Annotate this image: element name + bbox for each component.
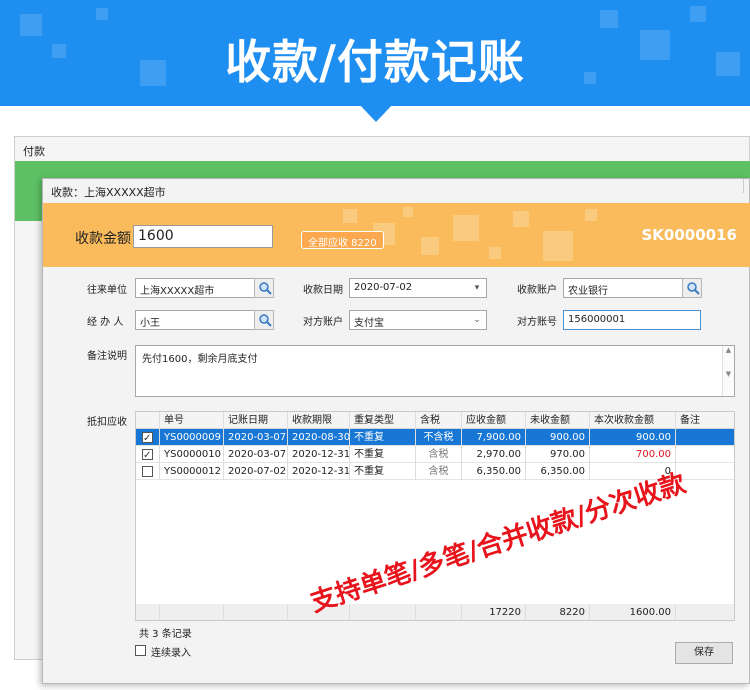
banner-arrow (359, 104, 393, 122)
total-unpaid: 8220 (526, 604, 590, 620)
counter-no-field[interactable]: 156000001 (563, 310, 701, 330)
document-number: SK0000016 (641, 226, 738, 244)
cell-amount: 6,350.00 (462, 463, 526, 480)
banner: 收款/付款记账 (0, 0, 750, 106)
continuous-entry-label[interactable]: 连续录入 (151, 644, 191, 659)
total-amount: 17220 (462, 604, 526, 620)
counter-account-select[interactable]: 支付宝 (349, 310, 487, 330)
col-amount[interactable]: 应收金额 (462, 412, 526, 429)
memo-scrollbar[interactable]: ▲ ▼ (722, 346, 734, 396)
search-icon (687, 282, 700, 295)
date-field[interactable]: 2020-07-02 (349, 278, 487, 298)
cell-repeat: 不重复 (350, 463, 416, 480)
col-repeat[interactable]: 重复类型 (350, 412, 416, 429)
row-checkbox[interactable] (142, 430, 153, 446)
cell-no: YS0000010 (160, 446, 224, 463)
col-this[interactable]: 本次收款金额 (590, 412, 676, 429)
table-row[interactable]: YS0000010 2020-03-07 2020-12-31 不重复 含税 2… (136, 446, 734, 463)
partner-label: 往来单位 (87, 285, 127, 296)
partner-search-button[interactable] (254, 278, 274, 298)
dialog-title: 收款：上海XXXXX超市 (51, 186, 166, 199)
table-header: 单号 记账日期 收款期限 重复类型 含税 应收金额 未收金额 本次收款金额 备注 (136, 412, 734, 429)
continuous-entry-checkbox[interactable] (135, 645, 146, 656)
counter-no-label: 对方账号 (517, 317, 557, 328)
handler-field[interactable]: 小王 (135, 310, 255, 330)
cell-date: 2020-03-07 (224, 429, 288, 446)
cell-date: 2020-07-02 (224, 463, 288, 480)
search-icon (259, 314, 272, 327)
handler-search-button[interactable] (254, 310, 274, 330)
counter-account-label: 对方账户 (303, 317, 343, 328)
dialog-close-edge[interactable] (743, 179, 749, 193)
cell-this[interactable]: 900.00 (590, 429, 676, 446)
col-note[interactable]: 备注 (676, 412, 734, 429)
cell-unpaid: 970.00 (526, 446, 590, 463)
total-due-badge[interactable]: 全部应收 8220 (301, 231, 384, 249)
cell-amount: 7,900.00 (462, 429, 526, 446)
date-label: 收款日期 (303, 285, 343, 296)
amount-header: 收款金额 1600 全部应收 8220 SK0000016 (43, 203, 750, 267)
cell-amount: 2,970.00 (462, 446, 526, 463)
cell-this[interactable]: 700.00 (590, 446, 676, 463)
cell-due: 2020-12-31 (288, 446, 350, 463)
memo-field[interactable]: 先付1600，剩余月底支付 ▲ ▼ (135, 345, 735, 397)
cell-date: 2020-03-07 (224, 446, 288, 463)
handler-label: 经 办 人 (87, 317, 124, 328)
row-checkbox[interactable] (142, 466, 153, 477)
cell-due: 2020-12-31 (288, 463, 350, 480)
cell-unpaid: 6,350.00 (526, 463, 590, 480)
table-row[interactable]: YS0000009 2020-03-07 2020-08-30 不重复 不含税 … (136, 429, 734, 446)
col-unpaid[interactable]: 未收金额 (526, 412, 590, 429)
col-due[interactable]: 收款期限 (288, 412, 350, 429)
cell-note[interactable] (676, 463, 734, 480)
record-count: 共 3 条记录 (139, 629, 192, 640)
amount-input[interactable]: 1600 (133, 225, 273, 248)
amount-label: 收款金额 (75, 231, 131, 247)
col-date[interactable]: 记账日期 (224, 412, 288, 429)
cell-tax: 不含税 (416, 429, 462, 446)
col-no[interactable]: 单号 (160, 412, 224, 429)
table-totals-row: 17220 8220 1600.00 (136, 604, 734, 620)
cell-no: YS0000012 (160, 463, 224, 480)
row-checkbox[interactable] (142, 447, 153, 463)
receipt-dialog: 收款：上海XXXXX超市 收款金额 1600 全部应收 8220 SK00000… (42, 178, 750, 684)
account-label: 收款账户 (517, 285, 557, 296)
cell-no: YS0000009 (160, 429, 224, 446)
memo-label: 备注说明 (87, 351, 127, 362)
cell-due: 2020-08-30 (288, 429, 350, 446)
cell-repeat: 不重复 (350, 429, 416, 446)
cell-tax: 含税 (416, 463, 462, 480)
cell-repeat: 不重复 (350, 446, 416, 463)
cell-tax: 含税 (416, 446, 462, 463)
account-search-button[interactable] (682, 278, 702, 298)
account-field[interactable]: 农业银行 (563, 278, 683, 298)
banner-title: 收款/付款记账 (225, 35, 525, 89)
chevron-down-icon[interactable]: ⌄ (471, 311, 483, 329)
save-button[interactable]: 保存 (675, 642, 733, 664)
col-tax[interactable]: 含税 (416, 412, 462, 429)
col-check (136, 412, 160, 429)
calendar-dropdown-icon[interactable]: ▾ (471, 279, 483, 297)
cell-note[interactable] (676, 429, 734, 446)
cell-note[interactable] (676, 446, 734, 463)
partner-field[interactable]: 上海XXXXX超市 (135, 278, 255, 298)
search-icon (259, 282, 272, 295)
memo-text: 先付1600，剩余月底支付 (142, 354, 258, 365)
receivables-table: 单号 记账日期 收款期限 重复类型 含税 应收金额 未收金额 本次收款金额 备注… (135, 411, 735, 621)
total-this: 1600.00 (590, 604, 676, 620)
cell-unpaid: 900.00 (526, 429, 590, 446)
back-window-title: 付款 (23, 145, 45, 158)
offset-label: 抵扣应收 (87, 417, 127, 428)
